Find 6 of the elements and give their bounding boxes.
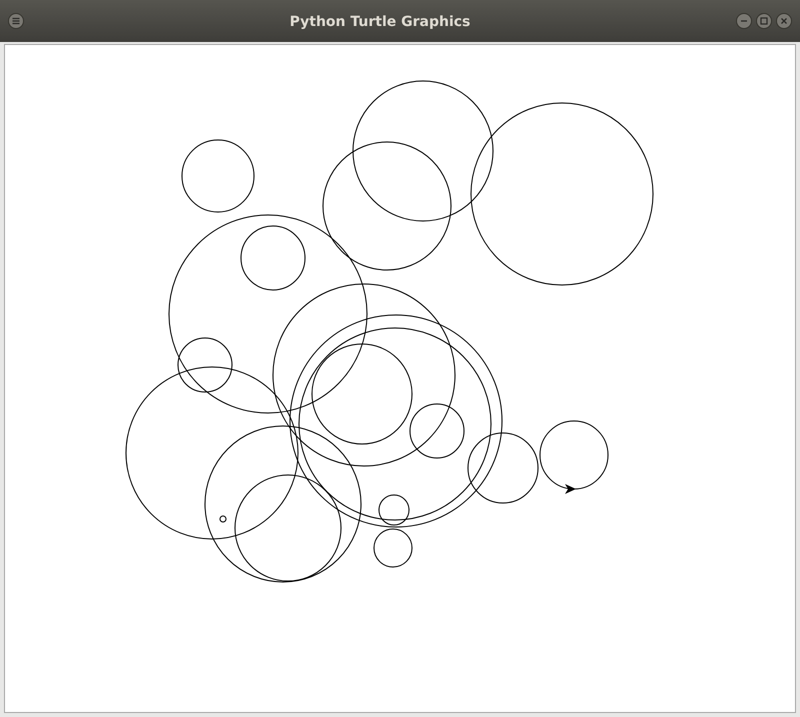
menu-icon[interactable] (8, 13, 24, 29)
window-title: Python Turtle Graphics (290, 14, 470, 30)
close-icon[interactable] (776, 13, 792, 29)
turtle-arrow-icon (565, 484, 576, 494)
maximize-icon[interactable] (756, 13, 772, 29)
minimize-icon[interactable] (736, 13, 752, 29)
